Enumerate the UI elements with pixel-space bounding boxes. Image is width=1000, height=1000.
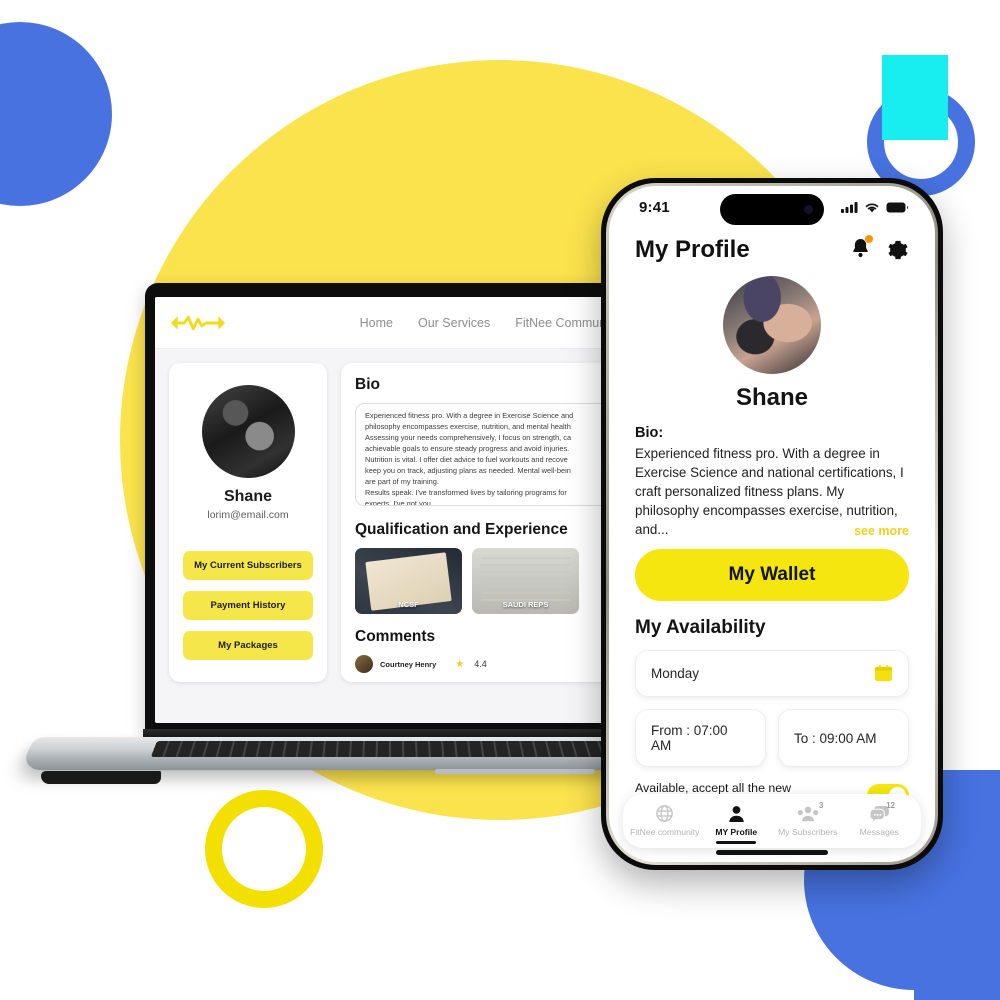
bio-line: keep you on track, adjusting plans as ne… <box>365 465 571 475</box>
comment-rating: 4.4 <box>474 659 487 669</box>
to-time-value: To : 09:00 AM <box>794 730 877 746</box>
comment-author: Courtney Henry <box>380 659 437 669</box>
day-select[interactable]: Monday <box>635 650 909 698</box>
laptop-keyboard <box>150 741 634 758</box>
web-header: Home Our Services FitNee Communi <box>155 297 627 349</box>
my-wallet-button[interactable]: My Wallet <box>635 549 909 602</box>
web-profile-card: Shane lorim@email.com My Current Subscri… <box>169 363 327 682</box>
day-value: Monday <box>651 666 700 682</box>
front-camera-icon <box>804 205 813 214</box>
availability-heading: My Availability <box>635 617 766 639</box>
promo-mockup-scene: Home Our Services FitNee Communi Shane l… <box>0 0 1000 1000</box>
laptop-screen: Home Our Services FitNee Communi Shane l… <box>155 297 627 723</box>
person-icon <box>701 803 773 824</box>
notification-badge-dot <box>865 234 873 243</box>
chat-icon: 12 <box>844 801 916 824</box>
status-icons <box>841 201 908 213</box>
tab-label: FitNee community <box>630 827 700 837</box>
avatar <box>201 385 295 478</box>
bio-heading: Bio <box>355 376 380 393</box>
phone-mockup: 9:41 My Profile Shane Bio: Experienced f… <box>601 178 943 870</box>
tab-my-subscribers[interactable]: 3 My Subscribers <box>772 801 844 837</box>
laptop-foot <box>41 771 161 784</box>
web-nav: Home Our Services FitNee Communi <box>360 316 613 330</box>
nav-item-home[interactable]: Home <box>360 316 393 330</box>
from-time-field[interactable]: From : 07:00 AM <box>635 709 766 768</box>
web-content-card: Bio Experienced fitness pro. With a degr… <box>341 363 613 682</box>
phone-frame: 9:41 My Profile Shane Bio: Experienced f… <box>606 183 938 865</box>
laptop-lid: Home Our Services FitNee Communi Shane l… <box>145 283 637 735</box>
wifi-icon <box>865 203 879 213</box>
qualification-heading: Qualification and Experience <box>355 521 568 538</box>
calendar-icon <box>874 665 893 682</box>
tab-label: Messages <box>859 827 899 837</box>
avatar <box>355 655 373 673</box>
people-icon: 3 <box>772 801 844 824</box>
signal-bars-icon <box>841 202 858 213</box>
bio-line: Experienced fitness pro. With a degree i… <box>365 411 574 420</box>
qualification-label: SAUDI REPS <box>502 600 549 609</box>
see-more-link[interactable]: see more <box>635 524 909 538</box>
phone-screen: 9:41 My Profile Shane Bio: Experienced f… <box>609 186 935 862</box>
my-current-subscribers-button[interactable]: My Current Subscribers <box>183 551 313 580</box>
laptop-mockup: Home Our Services FitNee Communi Shane l… <box>18 283 652 784</box>
tab-fitnee-community[interactable]: FitNee community <box>629 803 701 837</box>
qualification-card[interactable]: NCSF <box>355 548 462 614</box>
dynamic-island <box>720 194 824 225</box>
tab-label: My Subscribers <box>778 827 838 837</box>
page-title: Shane <box>223 488 272 505</box>
comments-heading: Comments <box>355 628 436 645</box>
from-time-value: From : 07:00 AM <box>651 723 728 754</box>
status-bar: 9:41 <box>609 186 935 228</box>
bottom-tab-bar: FitNee community MY Profile 3 My Subscri… <box>623 794 921 848</box>
comment-row: Courtney Henry ★ 4.4 <box>355 655 613 673</box>
qualification-card[interactable]: SAUDI REPS <box>472 548 579 614</box>
cyan-rectangle-decoration <box>882 55 948 140</box>
star-icon: ★ <box>455 658 465 670</box>
payment-history-button[interactable]: Payment History <box>183 591 313 620</box>
gear-icon[interactable] <box>887 239 909 261</box>
qualification-gallery: NCSF SAUDI REPS <box>355 548 613 614</box>
notifications-button[interactable] <box>850 234 873 264</box>
bio-textarea[interactable]: Experienced fitness pro. With a degree i… <box>355 403 613 506</box>
header-actions <box>850 234 909 264</box>
to-time-field[interactable]: To : 09:00 AM <box>778 709 909 768</box>
nav-item-fitnee-community[interactable]: FitNee Communi <box>515 316 609 330</box>
my-packages-button[interactable]: My Packages <box>183 631 313 660</box>
qualification-label: NCSF <box>398 600 419 609</box>
profile-name: Shane <box>735 384 809 411</box>
app-header: My Profile <box>609 228 935 264</box>
page-title: My Profile <box>635 236 750 263</box>
bio-line: experts, I've got you. <box>365 498 433 506</box>
dumbbell-heartbeat-logo-icon[interactable] <box>169 312 227 334</box>
globe-icon <box>629 803 701 824</box>
status-time: 9:41 <box>639 198 670 216</box>
tab-messages[interactable]: 12 Messages <box>844 801 916 837</box>
blue-half-circle-decoration <box>0 22 112 206</box>
nav-item-our-services[interactable]: Our Services <box>418 316 490 330</box>
profile-email: lorim@email.com <box>207 509 289 521</box>
tab-label: MY Profile <box>715 827 758 837</box>
battery-icon <box>886 202 908 212</box>
yellow-ring-decoration <box>205 790 323 908</box>
laptop-trackpad <box>435 769 595 774</box>
bio-line: are part of my training. <box>365 476 439 486</box>
tab-badge: 12 <box>886 801 895 810</box>
laptop-base <box>18 729 652 787</box>
tab-my-profile[interactable]: MY Profile <box>701 803 773 844</box>
bio-section: Bio: Experienced fitness pro. With a deg… <box>609 425 935 824</box>
bio-line: achievable goals to ensure steady progre… <box>365 443 570 453</box>
bio-line: Results speak. I've transformed lives by… <box>365 487 567 497</box>
bio-line: philosophy encompasses exercise, nutriti… <box>365 421 571 431</box>
tab-badge: 3 <box>819 801 824 810</box>
web-body: Shane lorim@email.com My Current Subscri… <box>155 349 627 696</box>
time-range-row: From : 07:00 AM To : 09:00 AM <box>635 709 909 768</box>
home-indicator <box>716 850 828 855</box>
avatar <box>723 276 821 374</box>
bio-line: Assessing your needs comprehensively, I … <box>365 432 572 442</box>
bio-line: Nutrition is vital. I offer diet advice … <box>365 454 568 464</box>
bio-label: Bio: <box>635 425 664 441</box>
